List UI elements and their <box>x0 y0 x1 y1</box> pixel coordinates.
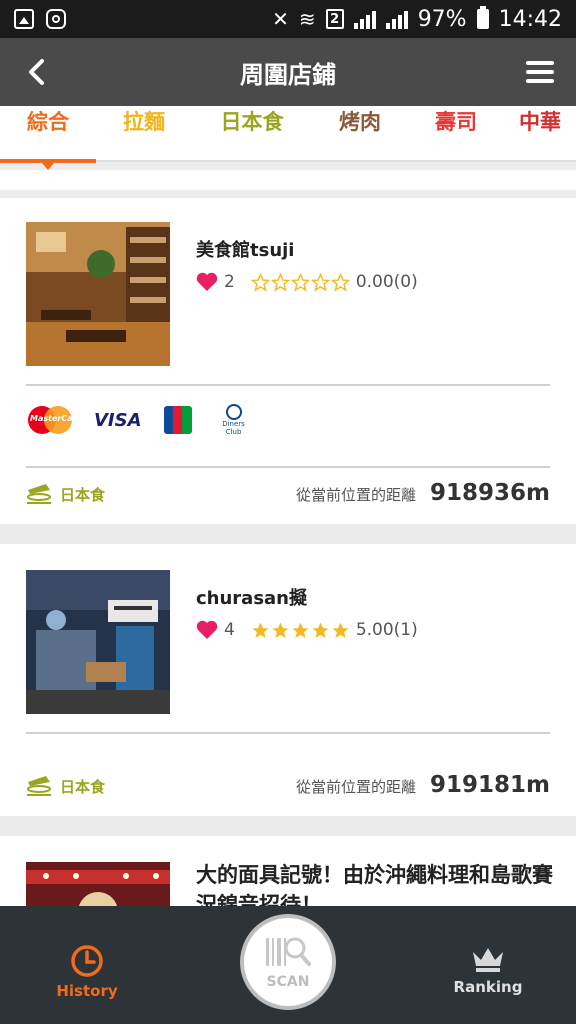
tab-yakiniku[interactable]: 烤肉 <box>312 105 408 161</box>
category-name: 日本食 <box>60 777 106 796</box>
diners-club-logo: Diners Club <box>214 404 254 436</box>
scan-label: SCAN <box>266 974 310 990</box>
battery-percent: 97% <box>417 6 467 32</box>
payment-methods: MasterCard VISA Diners Club <box>28 404 254 436</box>
bottom-navigation: History SCAN Ranking <box>0 906 576 1024</box>
signal-icon <box>353 9 376 29</box>
distance-value: 919181m <box>430 772 550 798</box>
visa-logo: VISA <box>94 409 142 431</box>
distance-label: 從當前位置的距離 <box>295 778 416 796</box>
chevron-left-icon <box>29 59 44 85</box>
star-icon <box>290 272 310 292</box>
star-icon <box>332 622 349 638</box>
star-icon <box>292 622 309 638</box>
distance-info: 從當前位置的距離 918936m <box>296 480 550 506</box>
shop-card[interactable]: 大的面具記號！由於沖繩料理和島歌賽況錦音招待！ <box>0 836 576 916</box>
shop-name[interactable]: 美食館tsuji <box>196 236 294 262</box>
tab-japanese[interactable]: 日本食 <box>192 105 312 161</box>
sim-slot-badge: 2 <box>325 9 344 29</box>
category-tabs: 綜合 拉麵 日本食 烤肉 壽司 中華 <box>0 105 576 170</box>
hamburger-menu-icon <box>526 61 554 83</box>
instagram-icon <box>46 9 66 29</box>
card-divider <box>26 466 550 468</box>
rating-value: 5.00(1) <box>355 620 418 640</box>
tab-general[interactable]: 綜合 <box>0 105 96 170</box>
crown-icon <box>473 948 503 972</box>
shop-photo <box>26 570 170 714</box>
star-icon <box>330 272 350 292</box>
status-bar: ✕ ≋ 2 97% 14:42 <box>0 0 576 38</box>
tab-sushi[interactable]: 壽司 <box>408 105 504 161</box>
rating-value: 0.00(0) <box>355 272 418 292</box>
star-icon <box>270 272 290 292</box>
list-top-spacer <box>0 170 576 190</box>
like-count: 2 <box>224 272 235 292</box>
wifi-icon: ≋ <box>298 7 316 31</box>
back-button[interactable] <box>20 56 52 88</box>
shop-rating-row: 4 5.00(1) <box>196 620 418 640</box>
clock-icon <box>71 945 103 977</box>
food-dish-icon <box>27 776 51 796</box>
shop-card[interactable]: 美食館tsuji 2 0.00(0) MasterCard VISA Diner… <box>0 198 576 524</box>
mastercard-logo: MasterCard <box>28 406 82 435</box>
shop-card[interactable]: churasan擬 4 5.00(1) 日本食 從當前位置的距離 919181m <box>0 544 576 816</box>
clock-time: 14:42 <box>498 6 562 32</box>
nav-history-label: History <box>56 982 118 1000</box>
card-divider <box>26 384 550 386</box>
star-icon <box>312 622 329 638</box>
heart-icon[interactable] <box>196 620 218 640</box>
shop-name[interactable]: churasan擬 <box>196 584 307 610</box>
food-dish-icon <box>27 484 51 504</box>
page-title: 周圍店鋪 <box>240 60 336 89</box>
nav-ranking[interactable]: Ranking <box>452 944 524 996</box>
category-name: 日本食 <box>60 485 106 504</box>
mute-icon: ✕ <box>272 7 289 31</box>
star-icon <box>310 272 330 292</box>
scan-button[interactable]: SCAN <box>240 914 336 1010</box>
shop-photo <box>26 222 170 366</box>
like-count: 4 <box>224 620 235 640</box>
signal-icon-2 <box>385 9 408 29</box>
tab-chinese[interactable]: 中華 <box>504 105 576 161</box>
star-icon <box>272 622 289 638</box>
category-label: 日本食 <box>26 774 105 798</box>
star-rating <box>251 621 350 640</box>
jcb-logo <box>163 406 192 435</box>
app-bar: 周圍店鋪 <box>0 38 576 106</box>
category-label: 日本食 <box>26 482 105 506</box>
distance-info: 從當前位置的距離 919181m <box>296 772 550 798</box>
tab-ramen[interactable]: 拉麵 <box>96 105 192 161</box>
nav-history[interactable]: History <box>56 944 118 1000</box>
star-icon <box>250 272 270 292</box>
star-icon <box>252 622 269 638</box>
nav-ranking-label: Ranking <box>453 978 523 996</box>
star-rating <box>250 272 350 292</box>
battery-icon <box>476 6 489 29</box>
distance-label: 從當前位置的距離 <box>295 486 416 504</box>
menu-button[interactable] <box>522 54 558 90</box>
heart-icon[interactable] <box>196 272 218 292</box>
distance-value: 918936m <box>430 480 550 506</box>
barcode-scan-icon <box>266 937 311 966</box>
shop-rating-row: 2 0.00(0) <box>196 272 418 292</box>
card-divider <box>26 732 550 734</box>
gallery-icon <box>14 9 34 29</box>
